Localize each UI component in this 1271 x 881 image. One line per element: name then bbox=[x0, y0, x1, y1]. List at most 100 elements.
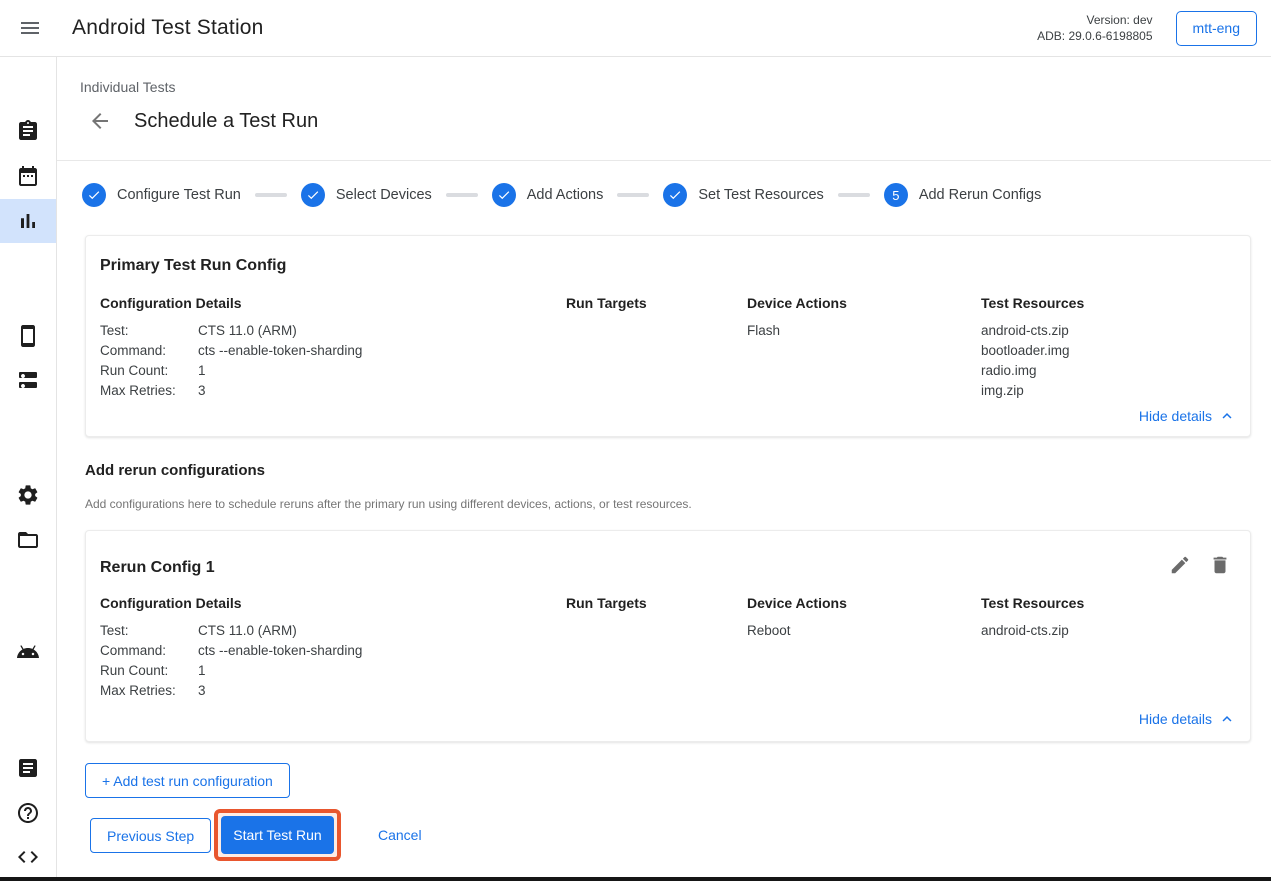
step-set-test-resources[interactable]: Set Test Resources bbox=[663, 183, 823, 207]
sidebar-item-dev-tools[interactable] bbox=[0, 835, 56, 879]
sidebar-item-schedule[interactable] bbox=[0, 154, 56, 198]
step-done-icon bbox=[301, 183, 325, 207]
detail-label-test: Test: bbox=[100, 321, 198, 341]
main-content: Individual Tests Schedule a Test Run Con… bbox=[57, 57, 1271, 881]
add-test-run-configuration-button[interactable]: + Add test run configuration bbox=[85, 763, 290, 798]
step-label: Set Test Resources bbox=[698, 187, 823, 203]
document-icon bbox=[16, 756, 40, 780]
step-label: Add Rerun Configs bbox=[919, 187, 1042, 203]
gear-icon bbox=[16, 483, 40, 507]
sidebar-item-help[interactable] bbox=[0, 791, 56, 835]
hide-details-label: Hide details bbox=[1139, 711, 1212, 727]
bottom-window-edge bbox=[0, 877, 1271, 881]
detail-value-max-retries: 3 bbox=[198, 381, 206, 401]
sidebar-item-devices[interactable] bbox=[0, 314, 56, 358]
detail-value-command: cts --enable-token-sharding bbox=[198, 641, 362, 661]
code-icon bbox=[16, 845, 40, 869]
folder-icon bbox=[16, 528, 40, 552]
step-done-icon bbox=[82, 183, 106, 207]
hide-details-label: Hide details bbox=[1139, 408, 1212, 424]
app-header: Android Test Station Version: dev ADB: 2… bbox=[0, 0, 1271, 57]
detail-label-command: Command: bbox=[100, 341, 198, 361]
step-add-actions[interactable]: Add Actions bbox=[492, 183, 604, 207]
column-header-device-actions: Device Actions bbox=[747, 295, 847, 311]
previous-step-button[interactable]: Previous Step bbox=[90, 818, 211, 853]
step-separator bbox=[838, 193, 870, 197]
detail-label-run-count: Run Count: bbox=[100, 361, 198, 381]
test-resource-item: radio.img bbox=[981, 361, 1070, 381]
back-button[interactable] bbox=[80, 101, 120, 141]
column-header-run-targets: Run Targets bbox=[566, 295, 647, 311]
sidebar-item-test-runs[interactable] bbox=[0, 199, 56, 243]
test-resource-item: img.zip bbox=[981, 381, 1070, 401]
step-label: Select Devices bbox=[336, 187, 432, 203]
step-separator bbox=[617, 193, 649, 197]
rerun-section-description: Add configurations here to schedule reru… bbox=[85, 497, 692, 511]
android-icon bbox=[16, 640, 40, 664]
step-add-rerun-configs[interactable]: 5 Add Rerun Configs bbox=[884, 183, 1042, 207]
step-select-devices[interactable]: Select Devices bbox=[301, 183, 432, 207]
column-header-device-actions: Device Actions bbox=[747, 595, 847, 611]
sidebar-nav bbox=[0, 57, 57, 881]
storage-icon bbox=[16, 369, 40, 393]
test-resources-list: android-cts.zip bootloader.img radio.img… bbox=[981, 321, 1070, 401]
sidebar-item-test-plans[interactable] bbox=[0, 109, 56, 153]
hamburger-icon bbox=[18, 16, 42, 40]
rerun-section-title: Add rerun configurations bbox=[85, 462, 265, 479]
sidebar-item-file-browser[interactable] bbox=[0, 518, 56, 562]
hamburger-menu-button[interactable] bbox=[10, 8, 50, 48]
title-divider bbox=[57, 160, 1271, 161]
hide-details-link[interactable]: Hide details bbox=[1139, 407, 1236, 425]
rerun-config-card: Rerun Config 1 Configuration Details Run… bbox=[85, 530, 1251, 742]
column-header-test-resources: Test Resources bbox=[981, 595, 1084, 611]
test-resource-item: android-cts.zip bbox=[981, 621, 1069, 641]
configuration-details: Test:CTS 11.0 (ARM) Command:cts --enable… bbox=[100, 621, 362, 701]
delete-rerun-config-button[interactable] bbox=[1200, 545, 1240, 585]
configuration-details: Test:CTS 11.0 (ARM) Command:cts --enable… bbox=[100, 321, 362, 401]
trash-icon bbox=[1209, 554, 1231, 576]
version-line: Version: dev bbox=[1037, 12, 1152, 28]
column-header-test-resources: Test Resources bbox=[981, 295, 1084, 311]
sidebar-item-docs[interactable] bbox=[0, 746, 56, 790]
detail-value-max-retries: 3 bbox=[198, 681, 206, 701]
step-configure-test-run[interactable]: Configure Test Run bbox=[82, 183, 241, 207]
test-resources-list: android-cts.zip bbox=[981, 621, 1069, 641]
test-resource-item: android-cts.zip bbox=[981, 321, 1070, 341]
step-number-badge: 5 bbox=[884, 183, 908, 207]
column-header-run-targets: Run Targets bbox=[566, 595, 647, 611]
chevron-up-icon bbox=[1218, 407, 1236, 425]
step-separator bbox=[446, 193, 478, 197]
card-title: Primary Test Run Config bbox=[100, 257, 286, 275]
detail-value-test: CTS 11.0 (ARM) bbox=[198, 621, 297, 641]
test-resource-item: bootloader.img bbox=[981, 341, 1070, 361]
primary-test-run-config-card: Primary Test Run Config Configuration De… bbox=[85, 235, 1251, 437]
sidebar-item-hosts[interactable] bbox=[0, 359, 56, 403]
device-actions-value: Flash bbox=[747, 321, 780, 341]
stepper: Configure Test Run Select Devices Add Ac… bbox=[82, 183, 1041, 207]
device-actions-value: Reboot bbox=[747, 621, 791, 641]
step-label: Add Actions bbox=[527, 187, 604, 203]
cancel-link[interactable]: Cancel bbox=[378, 818, 422, 853]
host-button[interactable]: mtt-eng bbox=[1176, 11, 1257, 46]
edit-rerun-config-button[interactable] bbox=[1160, 545, 1200, 585]
detail-label-max-retries: Max Retries: bbox=[100, 381, 198, 401]
step-label: Configure Test Run bbox=[117, 187, 241, 203]
chevron-up-icon bbox=[1218, 710, 1236, 728]
column-header-configuration-details: Configuration Details bbox=[100, 295, 242, 311]
back-arrow-icon bbox=[88, 109, 112, 133]
app-title: Android Test Station bbox=[72, 16, 264, 40]
detail-value-command: cts --enable-token-sharding bbox=[198, 341, 362, 361]
adb-version-line: ADB: 29.0.6-6198805 bbox=[1037, 28, 1152, 44]
start-test-run-button[interactable]: Start Test Run bbox=[221, 816, 334, 854]
sidebar-item-settings[interactable] bbox=[0, 473, 56, 517]
sidebar-item-android[interactable] bbox=[0, 630, 56, 674]
detail-label-test: Test: bbox=[100, 621, 198, 641]
bar-chart-icon bbox=[16, 209, 40, 233]
detail-label-max-retries: Max Retries: bbox=[100, 681, 198, 701]
step-done-icon bbox=[663, 183, 687, 207]
page-title: Schedule a Test Run bbox=[134, 110, 318, 133]
help-icon bbox=[16, 801, 40, 825]
card-title: Rerun Config 1 bbox=[100, 559, 215, 577]
hide-details-link[interactable]: Hide details bbox=[1139, 710, 1236, 728]
column-header-configuration-details: Configuration Details bbox=[100, 595, 242, 611]
